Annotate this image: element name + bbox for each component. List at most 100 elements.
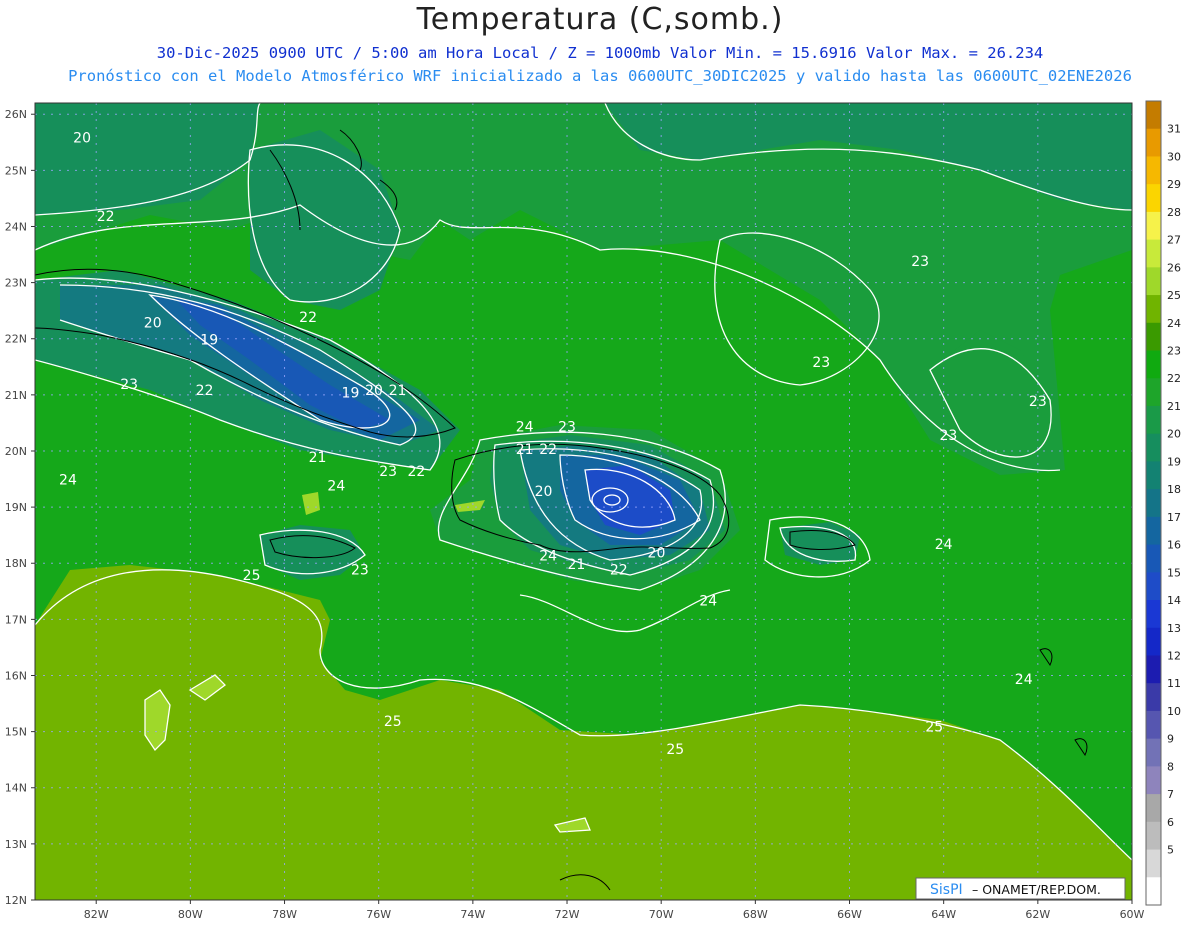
lat-tick-label: 13N bbox=[5, 838, 27, 851]
colorbar-label: 30 bbox=[1167, 150, 1181, 163]
longitude-axis: 82W 80W 78W 76W 74W 72W 70W 68W 66W 64W 62W 60W bbox=[84, 900, 1145, 921]
lat-tick-label: 24N bbox=[5, 220, 27, 233]
colorbar-swatch bbox=[1146, 489, 1161, 518]
colorbar-swatch bbox=[1146, 322, 1161, 352]
colorbar-swatch bbox=[1146, 600, 1161, 629]
colorbar-swatch bbox=[1146, 267, 1161, 296]
contour-label: 22 bbox=[299, 310, 317, 326]
lat-tick-label: 22N bbox=[5, 333, 27, 346]
colorbar-label: 29 bbox=[1167, 178, 1181, 191]
lon-tick-label: 74W bbox=[460, 908, 485, 921]
colorbar-swatch bbox=[1146, 683, 1161, 712]
lon-tick-label: 82W bbox=[84, 908, 109, 921]
lat-tick-label: 25N bbox=[5, 164, 27, 177]
colorbar-label: 13 bbox=[1167, 622, 1181, 635]
contour-label: 24 bbox=[1015, 672, 1033, 688]
lon-tick-label: 62W bbox=[1025, 908, 1050, 921]
colorbar-swatch bbox=[1146, 794, 1161, 823]
colorbar-swatch bbox=[1146, 405, 1161, 435]
colorbar-swatch bbox=[1146, 101, 1161, 130]
colorbar-label: 12 bbox=[1167, 649, 1181, 662]
lon-tick-label: 70W bbox=[649, 908, 674, 921]
credit-box: SisPI – ONAMET/REP.DOM. bbox=[915, 877, 1126, 900]
contour-label: 23 bbox=[1029, 394, 1047, 410]
contour-label: 23 bbox=[120, 377, 138, 393]
colorbar-swatch bbox=[1146, 156, 1161, 185]
lon-tick-label: 68W bbox=[743, 908, 768, 921]
colorbar-swatch bbox=[1146, 461, 1161, 490]
colorbar-swatch bbox=[1146, 627, 1161, 656]
colorbar-label: 23 bbox=[1167, 345, 1181, 358]
contour-label: 19 bbox=[200, 332, 218, 348]
colorbar-label: 20 bbox=[1167, 428, 1181, 441]
lat-tick-label: 16N bbox=[5, 669, 27, 682]
contour-label: 25 bbox=[666, 742, 684, 758]
colorbar-label: 27 bbox=[1167, 234, 1181, 247]
contour-label: 25 bbox=[925, 720, 943, 736]
lat-tick-label: 26N bbox=[5, 108, 27, 121]
colorbar-swatch bbox=[1146, 211, 1161, 241]
lon-tick-label: 78W bbox=[272, 908, 297, 921]
colorbar-label: 8 bbox=[1167, 760, 1174, 773]
colorbar-swatch bbox=[1146, 572, 1161, 601]
contour-label: 21 bbox=[389, 383, 407, 399]
lon-tick-label: 60W bbox=[1120, 908, 1145, 921]
contour-label: 21 bbox=[568, 557, 586, 573]
colorbar-label: 10 bbox=[1167, 705, 1181, 718]
colorbar-label: 25 bbox=[1167, 289, 1181, 302]
colorbar-swatch bbox=[1146, 378, 1161, 407]
contour-label: 24 bbox=[539, 548, 557, 564]
colorbar-swatch bbox=[1146, 821, 1161, 851]
lat-tick-label: 21N bbox=[5, 389, 27, 402]
contour-label: 24 bbox=[935, 537, 953, 553]
contour-label: 23 bbox=[351, 562, 369, 578]
contour-label: 20 bbox=[144, 316, 162, 332]
lon-tick-label: 64W bbox=[931, 908, 956, 921]
contour-label: 24 bbox=[59, 473, 77, 489]
colorbar-swatch bbox=[1146, 433, 1161, 462]
colorbar-label: 6 bbox=[1167, 816, 1174, 829]
colorbar-swatch bbox=[1146, 849, 1161, 878]
contour-label: 24 bbox=[327, 478, 345, 494]
temperature-map: 202222201923 22 19 20 212123 2224 2425 2324 2321… bbox=[5, 100, 1181, 921]
colorbar-label: 17 bbox=[1167, 511, 1181, 524]
colorbar-label: 9 bbox=[1167, 733, 1174, 746]
lat-tick-label: 14N bbox=[5, 782, 27, 795]
colorbar-label: 19 bbox=[1167, 455, 1181, 468]
contour-label: 24 bbox=[516, 419, 534, 435]
lat-tick-label: 17N bbox=[5, 613, 27, 626]
contour-label: 21 bbox=[516, 442, 534, 458]
colorbar-swatch bbox=[1146, 738, 1161, 767]
colorbar-label: 14 bbox=[1167, 594, 1181, 607]
lon-tick-label: 72W bbox=[555, 908, 580, 921]
colorbar-swatch bbox=[1146, 295, 1161, 324]
colorbar-label: 21 bbox=[1167, 400, 1181, 413]
contour-label: 23 bbox=[939, 428, 957, 444]
contour-label: 23 bbox=[379, 464, 397, 480]
lat-tick-label: 23N bbox=[5, 277, 27, 290]
contour-label: 20 bbox=[73, 130, 91, 146]
colorbar-swatch bbox=[1146, 239, 1161, 268]
colorbar-swatch bbox=[1146, 766, 1161, 795]
contour-label: 20 bbox=[365, 383, 383, 399]
colorbar-label: 26 bbox=[1167, 261, 1181, 274]
colorbar-label: 5 bbox=[1167, 844, 1174, 857]
colorbar-label: 22 bbox=[1167, 372, 1181, 385]
contour-label: 20 bbox=[535, 484, 553, 500]
lat-tick-label: 19N bbox=[5, 501, 27, 514]
colorbar-label: 24 bbox=[1167, 317, 1181, 330]
contour-label: 19 bbox=[342, 386, 360, 402]
colorbar-swatch bbox=[1146, 877, 1161, 906]
lat-tick-label: 12N bbox=[5, 894, 27, 907]
latitude-axis: 26N 25N 24N 23N 22N 21N 20N 19N 18N 17N 16N 15N 14N 1… bbox=[5, 108, 35, 907]
sispi-logo: SisPI bbox=[930, 882, 963, 898]
contour-label: 25 bbox=[243, 568, 261, 584]
colorbar-label: 31 bbox=[1167, 123, 1181, 136]
colorbar-swatch bbox=[1146, 516, 1161, 546]
colorbar-swatch bbox=[1146, 655, 1161, 684]
colorbar-label: 7 bbox=[1167, 788, 1174, 801]
lat-tick-label: 20N bbox=[5, 445, 27, 458]
contour-label: 23 bbox=[911, 254, 929, 270]
contour-label: 22 bbox=[97, 209, 115, 225]
colorbar-label: 15 bbox=[1167, 566, 1181, 579]
